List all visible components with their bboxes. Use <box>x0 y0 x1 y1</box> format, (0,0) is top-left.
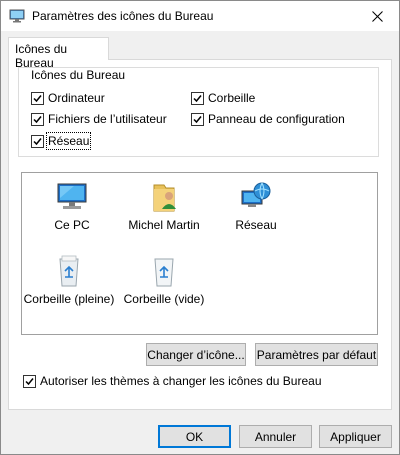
default-settings-button[interactable]: Paramètres par défaut <box>255 343 378 366</box>
checkbox-label: Panneau de configuration <box>208 112 345 126</box>
close-icon <box>371 10 383 22</box>
checkbox-box[interactable] <box>191 112 204 126</box>
dialog-window: Paramètres des icônes du Bureau Icônes d… <box>0 0 400 455</box>
tab-label: Icônes du Bureau <box>15 42 68 70</box>
recycle-bin-empty-icon <box>146 253 182 289</box>
check-icon <box>193 94 202 102</box>
checkbox-label: Corbeille <box>208 91 256 105</box>
network-icon <box>238 179 274 215</box>
checkbox-fichiers-utilisateur[interactable]: Fichiers de l’utilisateur <box>31 112 167 126</box>
check-icon <box>25 377 34 385</box>
check-icon <box>193 115 202 123</box>
apply-button[interactable]: Appliquer <box>319 425 392 448</box>
change-icon-button[interactable]: Changer d’icône... <box>146 343 246 366</box>
icon-caption: Réseau <box>235 218 277 232</box>
checkbox-panneau-configuration[interactable]: Panneau de configuration <box>191 112 345 126</box>
icon-caption: Corbeille (vide) <box>123 292 205 306</box>
close-button[interactable] <box>355 1 399 31</box>
icon-caption: Michel Martin <box>128 218 200 232</box>
icon-caption: Corbeille (pleine) <box>23 292 115 306</box>
checkbox-label: Fichiers de l’utilisateur <box>48 112 167 126</box>
checkbox-label: Autoriser les thèmes à changer les icône… <box>40 374 322 388</box>
check-icon <box>33 137 42 145</box>
recycle-bin-full-icon <box>51 253 87 289</box>
title-bar[interactable]: Paramètres des icônes du Bureau <box>1 1 399 31</box>
user-folder-icon <box>146 179 182 215</box>
desktop-settings-icon <box>9 8 25 24</box>
checkbox-corbeille[interactable]: Corbeille <box>191 91 255 105</box>
icon-item-corbeille-pleine[interactable]: Corbeille (pleine) <box>19 253 119 306</box>
checkbox-box[interactable] <box>31 134 44 148</box>
checkbox-box[interactable] <box>31 112 44 126</box>
icon-item-corbeille-vide[interactable]: Corbeille (vide) <box>114 253 214 306</box>
check-icon <box>33 94 42 102</box>
checkbox-allow-themes[interactable]: Autoriser les thèmes à changer les icône… <box>23 374 322 388</box>
checkbox-reseau[interactable]: Réseau <box>31 132 92 150</box>
window-title: Paramètres des icônes du Bureau <box>32 9 214 23</box>
tab-desktop-icons[interactable]: Icônes du Bureau <box>8 37 109 70</box>
icon-caption: Ce PC <box>54 218 90 232</box>
icon-item-ce-pc[interactable]: Ce PC <box>27 179 117 232</box>
checkbox-box[interactable] <box>191 91 204 105</box>
check-icon <box>33 115 42 123</box>
group-legend: Icônes du Bureau <box>29 68 128 82</box>
checkbox-label: Réseau <box>45 132 92 150</box>
ok-button[interactable]: OK <box>158 425 231 448</box>
checkbox-box[interactable] <box>23 374 36 388</box>
checkbox-ordinateur[interactable]: Ordinateur <box>31 91 105 105</box>
checkbox-label: Ordinateur <box>48 91 105 105</box>
icon-item-reseau[interactable]: Réseau <box>211 179 301 232</box>
icon-item-user-folder[interactable]: Michel Martin <box>119 179 209 232</box>
cancel-button[interactable]: Annuler <box>239 425 312 448</box>
icon-list[interactable]: Ce PC Michel Martin Réseau Corbeille (pl… <box>21 172 378 335</box>
computer-icon <box>54 179 90 215</box>
checkbox-box[interactable] <box>31 91 44 105</box>
